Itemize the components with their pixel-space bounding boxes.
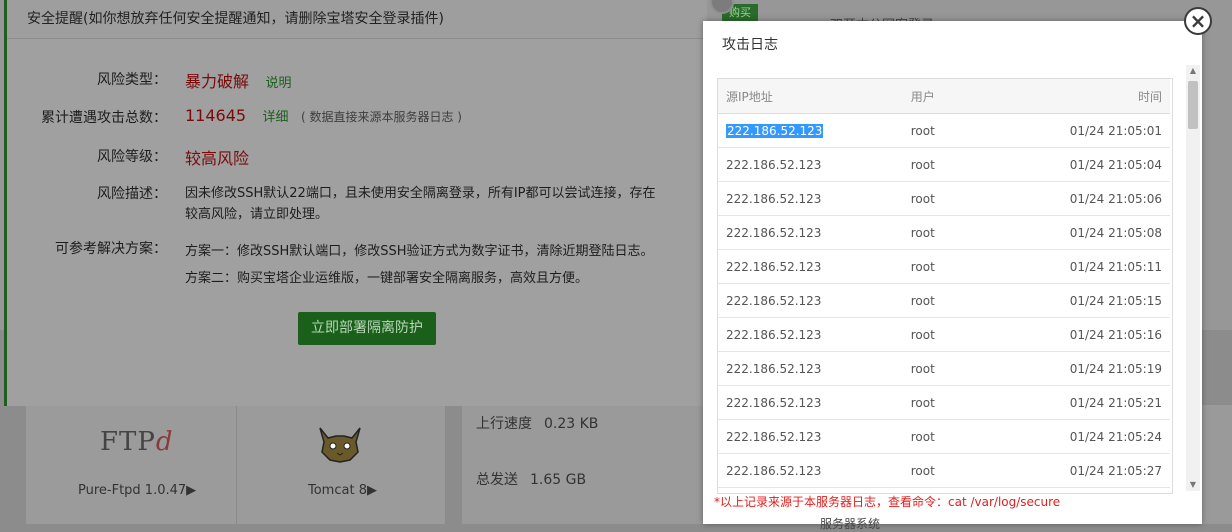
attack-log-modal: 攻击日志 源IP地址 用户 时间 222.186.52.123 root 01/24… xyxy=(703,21,1202,524)
cell-time: 01/24 21:05:24 xyxy=(1061,419,1170,454)
cell-source-ip: 222.186.52.123 xyxy=(718,113,903,148)
cell-source-ip: 222.186.52.123 xyxy=(718,147,903,182)
cell-source-ip: 222.186.52.123 xyxy=(718,453,903,488)
scroll-down-icon[interactable]: ▼ xyxy=(1186,479,1200,491)
cell-user: root xyxy=(902,215,1062,250)
risk-level-label: 风险等级： xyxy=(97,149,167,165)
log-source-footnote: *以上记录来源于本服务器日志，查看命令：cat /var/log/secure xyxy=(714,495,1061,509)
table-row[interactable]: 222.186.52.123 root 01/24 21:05:16 xyxy=(718,317,1170,352)
cell-time: 01/24 21:05:15 xyxy=(1061,283,1170,318)
selected-ip-text: 222.186.52.123 xyxy=(726,123,824,138)
risk-level-value: 较高风险 xyxy=(185,149,250,168)
cell-user: root xyxy=(902,453,1062,488)
risk-type-label: 风险类型： xyxy=(97,72,167,88)
solution-plan-1: 方案一：修改SSH默认端口，修改SSH验证方式为数字证书，清除近期登陆日志。 xyxy=(185,244,654,259)
cell-source-ip: 222.186.52.123 xyxy=(718,283,903,318)
cell-source-ip: 222.186.52.123 xyxy=(718,181,903,216)
cell-time: 01/24 21:05:19 xyxy=(1061,351,1170,386)
attack-total-note: ( 数据直接来源本服务器日志 ) xyxy=(301,110,462,124)
description-text: 因未修改SSH默认22端口，且未使用安全隔离登录，所有IP都可以尝试连接，存在 … xyxy=(185,186,656,222)
deploy-isolation-button[interactable]: 立即部署隔离防护 xyxy=(298,312,436,345)
cell-time: 01/24 21:05:11 xyxy=(1061,249,1170,284)
table-row[interactable]: 222.186.52.123 root 01/24 21:05:27 xyxy=(718,453,1170,488)
cell-source-ip: 222.186.52.123 xyxy=(718,351,903,386)
column-header-ip[interactable]: 源IP地址 xyxy=(718,79,903,114)
cell-time: 01/24 21:05:01 xyxy=(1061,113,1170,148)
cell-source-ip: 222.186.52.123 xyxy=(718,249,903,284)
cell-time: 01/24 21:05:21 xyxy=(1061,385,1170,420)
attack-log-table-container[interactable]: 源IP地址 用户 时间 222.186.52.123 root 01/24 21:0… xyxy=(717,78,1173,494)
cell-source-ip: 222.186.52.123 xyxy=(718,385,903,420)
cell-user: root xyxy=(902,351,1062,386)
tomcat-label[interactable]: Tomcat 8▶ xyxy=(308,483,377,498)
cell-user: root xyxy=(902,385,1062,420)
attack-total-row: 114645 详细 ( 数据直接来源本服务器日志 ) xyxy=(185,106,462,125)
cell-time: 01/24 21:05:04 xyxy=(1061,147,1170,182)
cell-time: 01/24 21:05:16 xyxy=(1061,317,1170,352)
cell-time: 01/24 21:05:06 xyxy=(1061,181,1170,216)
cell-time: 01/24 21:05:30 xyxy=(1061,487,1170,493)
table-row[interactable]: 222.186.52.123 root 01/24 21:05:08 xyxy=(718,215,1170,250)
table-row[interactable]: 222.186.52.123 root 01/24 21:05:24 xyxy=(718,419,1170,454)
risk-type-explain-link[interactable]: 说明 xyxy=(265,76,291,91)
upload-speed-label: 上行速度 0.23 KB xyxy=(476,416,599,432)
security-alert-window: 安全提醒(如你想放弃任何安全提醒通知，请删除宝塔安全登录插件) 风险类型： 暴力… xyxy=(4,0,707,406)
table-scrollbar[interactable]: ▲ ▼ xyxy=(1186,65,1200,491)
table-row[interactable]: 222.186.52.123 root 01/24 21:05:01 xyxy=(718,113,1170,148)
risk-level-row: 较高风险 xyxy=(185,145,249,169)
scroll-thumb[interactable] xyxy=(1188,81,1198,129)
risk-type-value: 暴力破解 xyxy=(185,72,250,91)
attack-total-value: 114645 xyxy=(185,106,247,125)
attack-detail-link[interactable]: 详细 xyxy=(263,110,289,125)
ftp-logo: FTPd xyxy=(100,427,174,457)
cell-time: 01/24 21:05:27 xyxy=(1061,453,1170,488)
cell-user: root xyxy=(902,419,1062,454)
cell-user: root xyxy=(902,249,1062,284)
solutions-text: 方案一：修改SSH默认端口，修改SSH验证方式为数字证书，清除近期登陆日志。 方… xyxy=(185,238,654,292)
software-tomcat-cell[interactable] xyxy=(237,405,446,524)
cell-user: root xyxy=(902,283,1062,318)
column-header-time[interactable]: 时间 xyxy=(1061,79,1170,114)
cell-source-ip: 222.186.52.123 xyxy=(718,215,903,250)
attack-log-table: 源IP地址 用户 时间 222.186.52.123 root 01/24 21:0… xyxy=(718,79,1170,493)
table-row[interactable]: 222.186.52.123 root 01/24 21:05:11 xyxy=(718,249,1170,284)
total-sent-label: 总发送 1.65 GB xyxy=(476,472,587,488)
table-row[interactable]: 222.186.52.123 root 01/24 21:05:19 xyxy=(718,351,1170,386)
modal-close-icon[interactable]: × xyxy=(1184,7,1212,35)
cell-user: root xyxy=(902,147,1062,182)
description-label: 风险描述： xyxy=(97,186,167,202)
tomcat-icon xyxy=(319,427,361,463)
alert-title: 安全提醒(如你想放弃任何安全提醒通知，请删除宝塔安全登录插件) xyxy=(7,0,707,39)
table-row[interactable]: 222.186.52.123 root 01/24 21:05:15 xyxy=(718,283,1170,318)
modal-title: 攻击日志 xyxy=(722,37,778,53)
cell-source-ip: 222.186.52.123 xyxy=(718,317,903,352)
cell-user: root xyxy=(902,317,1062,352)
solutions-label: 可参考解决方案： xyxy=(55,241,167,257)
attack-total-label: 累计遭遇攻击总数： xyxy=(41,110,167,126)
software-ftp-cell[interactable] xyxy=(26,405,237,524)
cell-time: 01/24 21:05:08 xyxy=(1061,215,1170,250)
risk-type-row: 暴力破解 说明 xyxy=(185,68,291,92)
cell-source-ip: 222.186.52.123 xyxy=(718,419,903,454)
column-header-user[interactable]: 用户 xyxy=(902,79,1062,114)
ftp-label[interactable]: Pure-Ftpd 1.0.47▶ xyxy=(78,483,196,498)
solution-plan-2: 方案二：购买宝塔企业运维版，一键部署安全隔离服务，高效且方便。 xyxy=(185,271,589,286)
cell-user: root xyxy=(902,113,1062,148)
scroll-up-icon[interactable]: ▲ xyxy=(1186,65,1200,77)
table-row[interactable]: 222.186.52.123 root 01/24 21:05:04 xyxy=(718,147,1170,182)
table-row[interactable]: 222.186.52.123 root 01/24 21:05:21 xyxy=(718,385,1170,420)
table-header-row: 源IP地址 用户 时间 xyxy=(718,79,1170,114)
cell-user: root xyxy=(902,181,1062,216)
table-row[interactable]: 222.186.52.123 root 01/24 21:05:06 xyxy=(718,181,1170,216)
